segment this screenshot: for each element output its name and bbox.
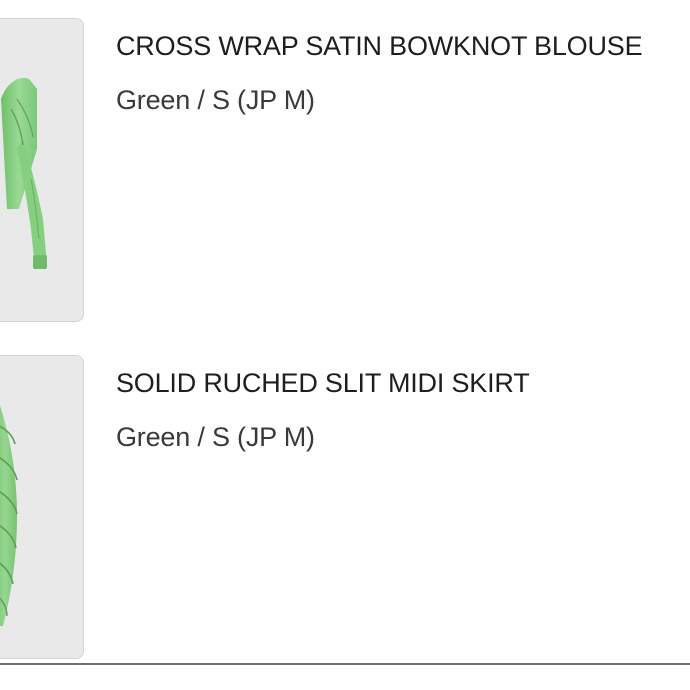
product-variant: Green / S (JP M)	[116, 422, 315, 452]
blouse-image	[1, 77, 47, 269]
product-title[interactable]: CROSS WRAP SATIN BOWKNOT BLOUSE	[116, 30, 690, 62]
item-info: SOLID RUCHED SLIT MIDI SKIRT Green / S (…	[116, 367, 690, 453]
item-info: CROSS WRAP SATIN BOWKNOT BLOUSE Green / …	[116, 30, 690, 116]
cart-item-list: CROSS WRAP SATIN BOWKNOT BLOUSE Green / …	[0, 0, 690, 690]
cart-item[interactable]: SOLID RUCHED SLIT MIDI SKIRT Green / S (…	[0, 355, 690, 665]
product-thumbnail[interactable]	[0, 355, 84, 659]
product-thumbnail[interactable]	[0, 18, 84, 322]
cart-item[interactable]: CROSS WRAP SATIN BOWKNOT BLOUSE Green / …	[0, 18, 690, 328]
product-title[interactable]: SOLID RUCHED SLIT MIDI SKIRT	[116, 367, 690, 399]
skirt-image	[0, 405, 18, 626]
product-variant: Green / S (JP M)	[116, 85, 315, 115]
divider	[0, 663, 690, 665]
